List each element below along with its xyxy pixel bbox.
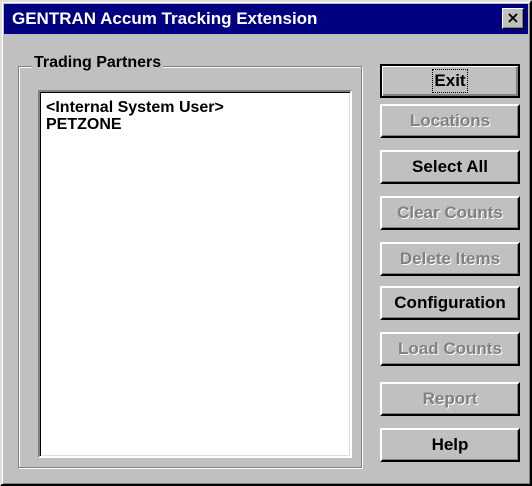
title-bar[interactable]: GENTRAN Accum Tracking Extension × xyxy=(4,4,528,34)
exit-button-label: Exit xyxy=(432,69,468,93)
locations-button[interactable]: Locations xyxy=(380,104,520,138)
list-item[interactable]: <Internal System User> xyxy=(46,99,344,116)
close-icon: × xyxy=(506,8,520,27)
exit-button[interactable]: Exit xyxy=(380,64,520,98)
configuration-button-label: Configuration xyxy=(394,293,506,312)
locations-button-label: Locations xyxy=(409,111,491,130)
help-button[interactable]: Help xyxy=(380,428,520,462)
clear-counts-button[interactable]: Clear Counts xyxy=(380,196,520,230)
report-button-label: Report xyxy=(422,389,478,408)
clear-counts-button-label: Clear Counts xyxy=(397,203,503,222)
help-button-label: Help xyxy=(431,435,469,454)
report-button[interactable]: Report xyxy=(380,382,520,416)
load-counts-button-label: Load Counts xyxy=(398,339,502,358)
window-title: GENTRAN Accum Tracking Extension xyxy=(12,9,318,28)
delete-items-button-label: Delete Items xyxy=(399,249,501,268)
select-all-button-label: Select All xyxy=(412,157,488,176)
delete-items-button[interactable]: Delete Items xyxy=(380,242,520,276)
accum-tracking-window: GENTRAN Accum Tracking Extension × Tradi… xyxy=(0,0,532,486)
configuration-button[interactable]: Configuration xyxy=(380,286,520,320)
select-all-button[interactable]: Select All xyxy=(380,150,520,184)
list-item[interactable]: PETZONE xyxy=(46,116,344,133)
close-button[interactable]: × xyxy=(502,8,524,29)
trading-partners-label: Trading Partners xyxy=(32,54,164,72)
trading-partners-list[interactable]: <Internal System User> PETZONE xyxy=(38,90,352,458)
load-counts-button[interactable]: Load Counts xyxy=(380,332,520,366)
